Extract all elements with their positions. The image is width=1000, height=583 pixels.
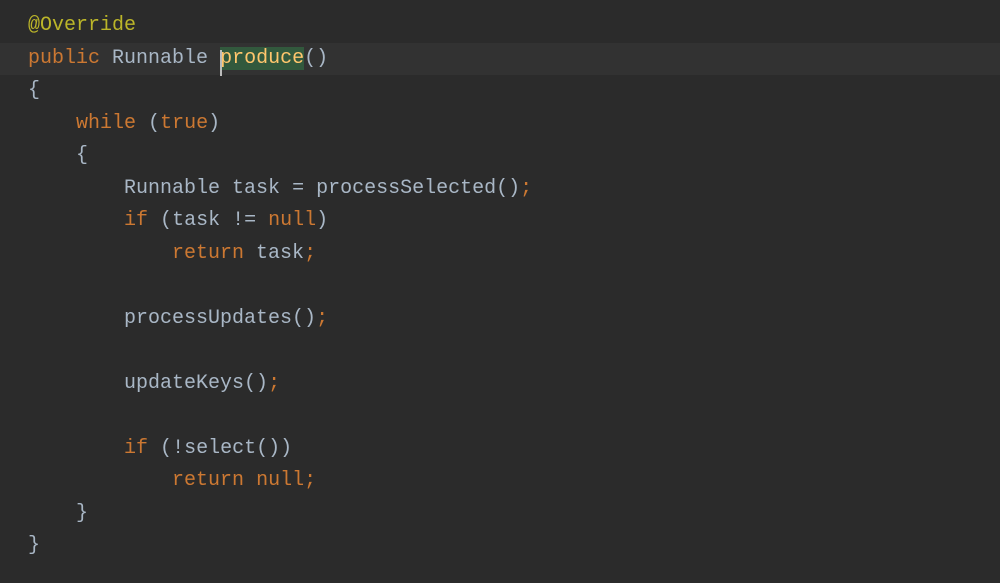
- semicolon: ;: [316, 307, 328, 330]
- code-line[interactable]: if (!select()): [28, 433, 1000, 466]
- paren: ): [316, 209, 328, 232]
- code-line[interactable]: [28, 335, 1000, 368]
- code-line[interactable]: processUpdates();: [28, 303, 1000, 336]
- operator-not: !: [172, 437, 184, 460]
- method-call: select: [184, 437, 256, 460]
- method-call: processUpdates: [124, 307, 292, 330]
- code-line[interactable]: while (true): [28, 108, 1000, 141]
- code-line-current[interactable]: public Runnable produce(): [0, 43, 1000, 76]
- keyword-return: return: [172, 469, 244, 492]
- parens: (): [496, 177, 520, 200]
- type-runnable: Runnable: [112, 47, 208, 70]
- brace-close: }: [76, 502, 88, 525]
- brace-close: }: [28, 534, 40, 557]
- code-line[interactable]: [28, 270, 1000, 303]
- code-editor[interactable]: @Override public Runnable produce() { wh…: [0, 0, 1000, 563]
- space: [244, 469, 256, 492]
- code-line[interactable]: if (task != null): [28, 205, 1000, 238]
- return-value: task: [244, 242, 304, 265]
- parens: (): [256, 437, 280, 460]
- code-line[interactable]: }: [28, 498, 1000, 531]
- var-task: task: [172, 209, 220, 232]
- keyword-while: while: [76, 112, 136, 135]
- keyword-if: if: [124, 209, 148, 232]
- operator: !=: [220, 209, 268, 232]
- keyword-if: if: [124, 437, 148, 460]
- code-line[interactable]: [28, 400, 1000, 433]
- semicolon: ;: [268, 372, 280, 395]
- semicolon: ;: [304, 242, 316, 265]
- paren: ): [208, 112, 220, 135]
- paren: ): [280, 437, 292, 460]
- annotation: @Override: [28, 14, 136, 37]
- code-line[interactable]: Runnable task = processSelected();: [28, 173, 1000, 206]
- code-line[interactable]: return null;: [28, 465, 1000, 498]
- code-line[interactable]: updateKeys();: [28, 368, 1000, 401]
- semicolon: ;: [304, 469, 316, 492]
- code-line[interactable]: {: [28, 140, 1000, 173]
- paren: (: [160, 437, 172, 460]
- code-line[interactable]: }: [28, 530, 1000, 563]
- keyword-public: public: [28, 47, 100, 70]
- brace-open: {: [28, 79, 40, 102]
- paren: (: [148, 112, 160, 135]
- parens: (): [304, 47, 328, 70]
- method-call: updateKeys: [124, 372, 244, 395]
- brace-open: {: [76, 144, 88, 167]
- type-runnable: Runnable: [124, 177, 220, 200]
- keyword-true: true: [160, 112, 208, 135]
- keyword-null: null: [256, 469, 304, 492]
- method-call: processSelected: [316, 177, 496, 200]
- parens: (): [244, 372, 268, 395]
- parens: (): [292, 307, 316, 330]
- keyword-return: return: [172, 242, 244, 265]
- keyword-null: null: [268, 209, 316, 232]
- method-name: produce: [220, 47, 304, 70]
- var-task: task: [232, 177, 280, 200]
- code-line[interactable]: {: [28, 75, 1000, 108]
- code-line[interactable]: return task;: [28, 238, 1000, 271]
- code-line[interactable]: @Override: [28, 10, 1000, 43]
- text-cursor: [220, 50, 222, 76]
- semicolon: ;: [520, 177, 532, 200]
- assign: =: [280, 177, 316, 200]
- paren: (: [160, 209, 172, 232]
